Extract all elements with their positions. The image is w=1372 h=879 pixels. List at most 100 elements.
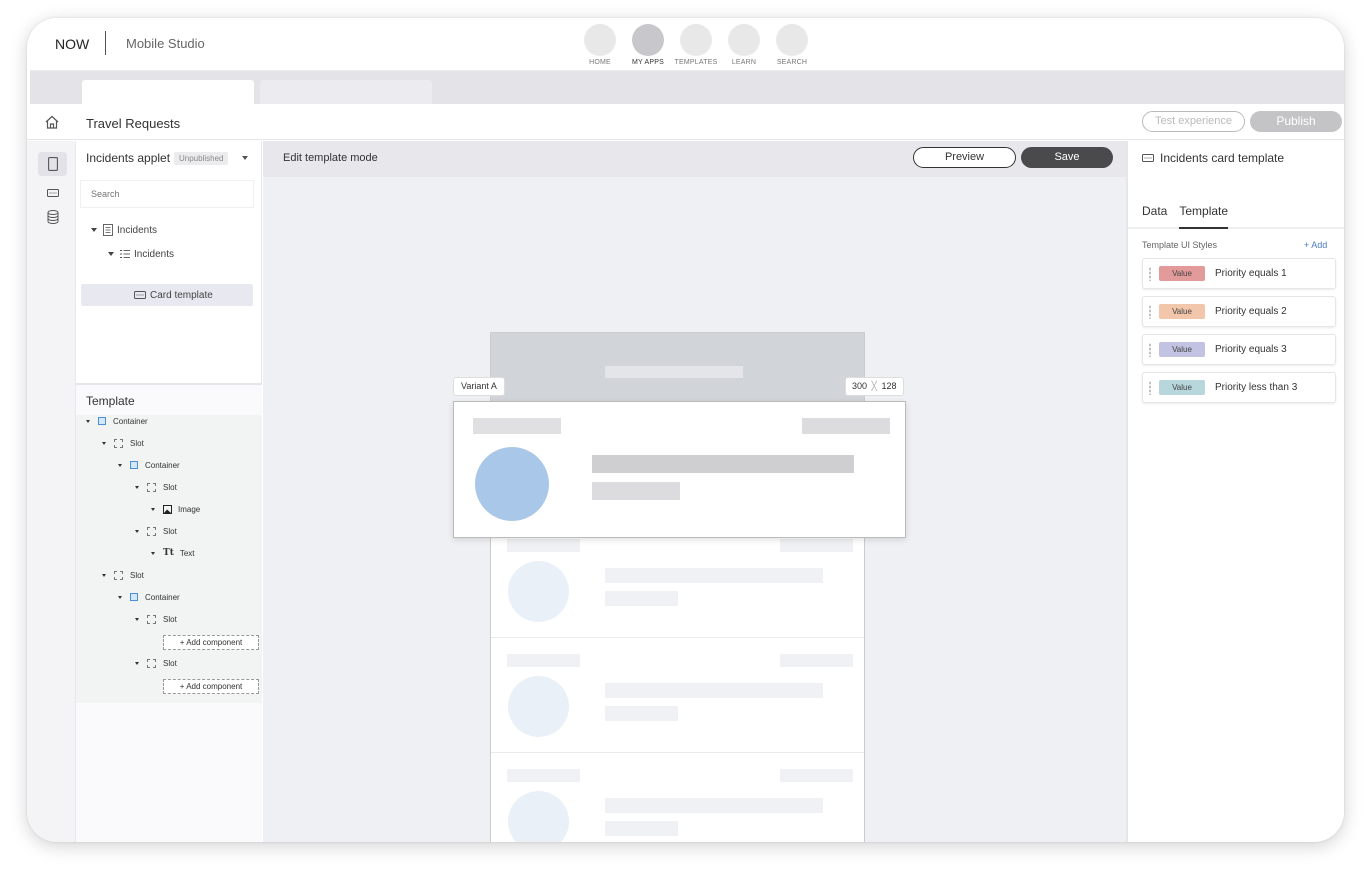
placeholder-bar <box>592 455 854 473</box>
nav-home[interactable]: HOME <box>576 24 624 66</box>
nav-label: MY APPS <box>631 59 664 66</box>
nav-search[interactable]: SEARCH <box>768 24 816 66</box>
search-input[interactable] <box>81 181 253 207</box>
template-node-text[interactable]: Tt Text <box>151 542 195 564</box>
phone-header <box>491 333 864 403</box>
nav-learn[interactable]: LEARN <box>720 24 768 66</box>
brand-logo[interactable]: NOW <box>55 36 89 52</box>
nav-templates[interactable]: TEMPLATES <box>672 24 720 66</box>
placeholder-bar <box>605 821 678 836</box>
app-window: NOW Mobile Studio HOME MY APPS TEMPLATES… <box>27 18 1344 842</box>
image-icon <box>163 504 172 514</box>
template-node-container[interactable]: Container <box>118 586 180 608</box>
slot-icon <box>147 526 156 536</box>
placeholder-bar <box>507 539 580 552</box>
chevron-down-icon[interactable] <box>151 507 155 511</box>
chevron-down-icon[interactable] <box>86 419 90 423</box>
canvas: Variant A 300 ╳ 128 <box>263 177 1126 842</box>
card-template-preview[interactable] <box>453 401 906 538</box>
chevron-down-icon[interactable] <box>135 617 139 621</box>
template-node-slot[interactable]: Slot <box>135 608 177 630</box>
chevron-down-icon[interactable] <box>118 595 122 599</box>
node-label: Container <box>145 592 180 602</box>
container-icon <box>98 417 106 425</box>
slot-icon <box>147 482 156 492</box>
add-component-button[interactable]: + Add component <box>163 635 259 650</box>
template-node-slot[interactable]: Slot <box>135 652 177 674</box>
drag-handle-icon[interactable] <box>1149 266 1151 281</box>
rail-data-button[interactable] <box>38 205 67 229</box>
rail-applets-button[interactable] <box>38 152 67 176</box>
template-node-image[interactable]: Image <box>151 498 200 520</box>
style-rule-label: Priority less than 3 <box>1215 382 1298 393</box>
value-pill: Value <box>1159 342 1205 357</box>
chevron-down-icon[interactable] <box>108 252 114 256</box>
preview-button[interactable]: Preview <box>913 147 1016 168</box>
nav-my-apps[interactable]: MY APPS <box>624 24 672 66</box>
template-title: Template <box>86 394 135 408</box>
drag-handle-icon[interactable] <box>1149 304 1151 319</box>
template-node-container[interactable]: Container <box>118 454 180 476</box>
chevron-down-icon[interactable] <box>135 661 139 665</box>
tab-data[interactable]: Data <box>1142 204 1167 229</box>
tab-template[interactable]: Template <box>1179 204 1229 229</box>
node-label: Slot <box>163 658 177 668</box>
section-title: Template UI Styles <box>1142 240 1218 250</box>
publish-button[interactable]: Publish <box>1250 111 1342 132</box>
placeholder-bar <box>780 769 853 782</box>
node-label: Slot <box>163 614 177 624</box>
chevron-down-icon[interactable] <box>102 441 106 445</box>
template-node-container[interactable]: Container <box>86 410 148 432</box>
chevron-down-icon[interactable] <box>91 228 97 232</box>
panel-title: Incidents card template <box>1160 151 1285 165</box>
template-node-slot[interactable]: Slot <box>102 432 144 454</box>
drag-handle-icon[interactable] <box>1149 342 1151 357</box>
value-pill: Value <box>1159 266 1205 281</box>
test-experience-button[interactable]: Test experience <box>1142 111 1245 132</box>
right-panel: Incidents card template Data Template Te… <box>1126 141 1344 842</box>
template-node-slot[interactable]: Slot <box>135 476 177 498</box>
variant-label[interactable]: Variant A <box>453 377 505 396</box>
panel-tabs: Data Template <box>1142 204 1229 229</box>
save-button[interactable]: Save <box>1021 147 1113 168</box>
tree-item-incidents-table[interactable]: Incidents <box>91 219 157 241</box>
chevron-down-icon[interactable] <box>135 529 139 533</box>
template-node-slot[interactable]: Slot <box>102 564 144 586</box>
list-icon <box>120 249 130 259</box>
card-icon <box>46 189 59 197</box>
chevron-down-icon[interactable] <box>102 573 106 577</box>
style-rule-label: Priority equals 1 <box>1215 268 1287 279</box>
home-icon[interactable] <box>44 115 60 129</box>
style-rule-row[interactable]: Value Priority less than 3 <box>1142 372 1336 403</box>
template-tree: Container Slot Container Slot Image Slot… <box>76 415 262 703</box>
placeholder-bar <box>780 539 853 552</box>
chevron-down-icon[interactable] <box>118 463 122 467</box>
node-label: Slot <box>130 570 144 580</box>
node-label: Container <box>145 460 180 470</box>
chevron-down-icon[interactable] <box>135 485 139 489</box>
chevron-down-icon[interactable] <box>242 156 248 160</box>
tab-active[interactable] <box>82 80 254 105</box>
tree-item-incidents-list[interactable]: Incidents <box>108 243 174 265</box>
placeholder-bar <box>780 654 853 667</box>
style-rule-row[interactable]: Value Priority equals 2 <box>1142 296 1336 327</box>
search-nav-icon <box>776 24 808 56</box>
nav-label: LEARN <box>731 59 757 66</box>
add-component-button[interactable]: + Add component <box>163 679 259 694</box>
template-node-slot[interactable]: Slot <box>135 520 177 542</box>
nav-label: TEMPLATES <box>674 59 718 66</box>
placeholder-avatar <box>508 791 569 842</box>
tab-inactive[interactable] <box>260 80 432 105</box>
slot-icon <box>147 658 156 668</box>
main-nav: HOME MY APPS TEMPLATES LEARN SEARCH <box>576 24 816 66</box>
style-rule-row[interactable]: Value Priority equals 3 <box>1142 334 1336 365</box>
chevron-down-icon[interactable] <box>151 551 155 555</box>
add-style-button[interactable]: + Add <box>1304 240 1327 250</box>
document-icon <box>103 224 113 236</box>
style-rule-row[interactable]: Value Priority equals 1 <box>1142 258 1336 289</box>
drag-handle-icon[interactable] <box>1149 380 1151 395</box>
left-panel: Incidents applet Unpublished Incidents I… <box>76 141 262 842</box>
text-icon: Tt <box>163 548 174 558</box>
rail-cards-button[interactable] <box>38 181 67 205</box>
tree-item-card-template[interactable]: Card template <box>81 284 253 306</box>
